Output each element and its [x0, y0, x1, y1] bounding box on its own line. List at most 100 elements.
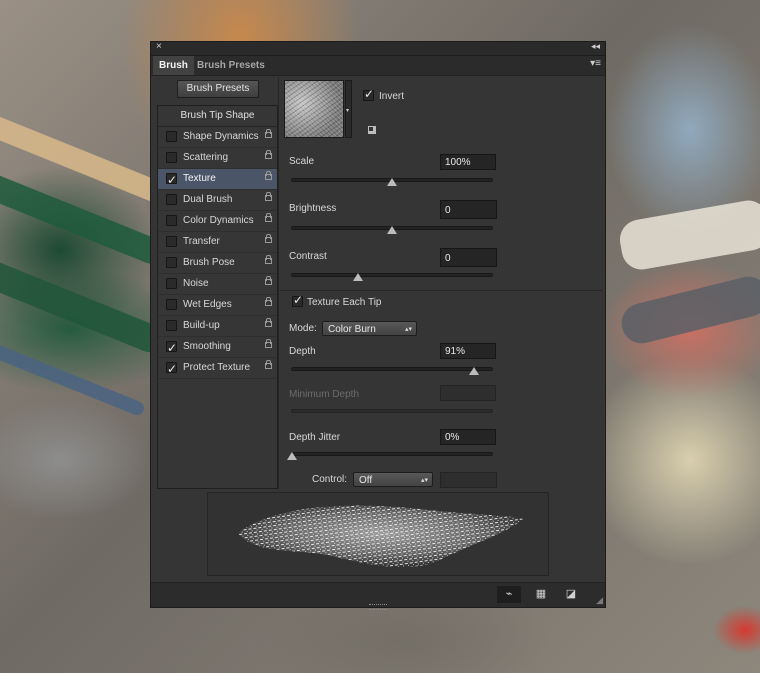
- stroke-preview-graphic: [238, 505, 523, 568]
- lock-icon[interactable]: [265, 255, 272, 264]
- sidebar-item-transfer[interactable]: Transfer: [158, 232, 277, 253]
- lock-icon[interactable]: [265, 234, 272, 243]
- scale-input[interactable]: 100%: [440, 154, 496, 170]
- contrast-slider[interactable]: [291, 273, 493, 281]
- texture-each-tip-checkbox[interactable]: ✓: [292, 293, 304, 307]
- sidebar-item-texture[interactable]: ✓ Texture: [158, 169, 277, 190]
- new-brush-icon[interactable]: ◪: [559, 586, 583, 603]
- sidebar-item-label: Wet Edges: [183, 299, 232, 310]
- sidebar-item-brush-pose[interactable]: Brush Pose: [158, 253, 277, 274]
- sidebar-item-smoothing[interactable]: ✓ Smoothing: [158, 337, 277, 358]
- color-dynamics-checkbox[interactable]: [166, 215, 177, 226]
- lock-icon[interactable]: [265, 171, 272, 180]
- panel-bottom-bar: ⌁ ▦ ◪ ◢: [151, 582, 605, 610]
- lock-icon[interactable]: [265, 150, 272, 159]
- sidebar-item-label: Noise: [183, 278, 209, 289]
- brush-settings-sidebar: Brush Presets Brush Tip Shape Shape Dyna…: [157, 77, 278, 489]
- mode-dropdown[interactable]: Color Burn ▴▾: [322, 321, 417, 336]
- invert-label: Invert: [379, 91, 405, 102]
- scale-slider[interactable]: [291, 178, 493, 186]
- lock-icon[interactable]: [265, 297, 272, 306]
- sidebar-item-color-dynamics[interactable]: Color Dynamics: [158, 211, 277, 232]
- control-dropdown[interactable]: Off ▴▾: [353, 472, 433, 487]
- new-preset-from-pattern-icon[interactable]: [368, 126, 376, 134]
- panel-menu-icon[interactable]: ▾≡: [590, 58, 601, 69]
- chevron-down-icon: ▾: [346, 108, 350, 114]
- depth-input[interactable]: 91%: [440, 343, 496, 359]
- slider-knob[interactable]: [387, 226, 397, 234]
- control-label: Control:: [312, 474, 348, 485]
- brush-presets-button[interactable]: Brush Presets: [177, 80, 259, 98]
- sidebar-item-noise[interactable]: Noise: [158, 274, 277, 295]
- slider-knob[interactable]: [353, 273, 363, 281]
- mode-dropdown-value: Color Burn: [328, 324, 376, 335]
- updown-arrows-icon: ▴▾: [420, 477, 428, 484]
- collapse-icon[interactable]: ◂◂: [591, 41, 600, 52]
- brush-pose-checkbox[interactable]: [166, 257, 177, 268]
- sidebar-item-dual-brush[interactable]: Dual Brush: [158, 190, 277, 211]
- lock-icon[interactable]: [265, 318, 272, 327]
- grid-icon[interactable]: ▦: [529, 586, 553, 603]
- depth-slider[interactable]: [291, 367, 493, 375]
- brush-stroke-preview: [207, 492, 549, 576]
- sidebar-item-scattering[interactable]: Scattering: [158, 148, 277, 169]
- depth-jitter-slider[interactable]: [287, 452, 493, 460]
- brightness-input[interactable]: 0: [440, 200, 497, 219]
- depth-jitter-label: Depth Jitter: [289, 432, 341, 443]
- sidebar-item-label: Smoothing: [183, 341, 231, 352]
- brush-panel: × ◂◂ Brush Brush Presets ▾≡ Brush Preset…: [150, 41, 606, 610]
- contrast-label: Contrast: [289, 251, 327, 262]
- slider-knob[interactable]: [287, 452, 297, 460]
- sidebar-item-label: Texture: [183, 173, 216, 184]
- lock-icon[interactable]: [265, 192, 272, 201]
- smoothing-checkbox[interactable]: ✓: [166, 341, 177, 355]
- build-up-checkbox[interactable]: [166, 320, 177, 331]
- texture-settings: ▾ ✓ Invert Scale 100% Brightness 0 Contr…: [280, 77, 602, 488]
- lock-icon[interactable]: [265, 129, 272, 138]
- sidebar-item-label: Build-up: [183, 320, 220, 331]
- transfer-checkbox[interactable]: [166, 236, 177, 247]
- texture-each-tip-label: Texture Each Tip: [307, 297, 382, 308]
- brightness-slider[interactable]: [291, 226, 493, 234]
- mode-label: Mode:: [289, 323, 317, 334]
- brightness-label: Brightness: [289, 203, 337, 214]
- sidebar-item-shape-dynamics[interactable]: Shape Dynamics: [158, 127, 277, 148]
- bg-brush-handle-blue: [0, 336, 147, 418]
- bg-brush-handle-green-2: [0, 251, 168, 357]
- depth-jitter-input[interactable]: 0%: [440, 429, 496, 445]
- resize-grip-icon[interactable]: ◢: [596, 595, 603, 606]
- texture-pattern-swatch[interactable]: [284, 80, 344, 138]
- checkmark-icon: ✓: [293, 293, 304, 307]
- lock-icon[interactable]: [265, 213, 272, 222]
- shape-dynamics-checkbox[interactable]: [166, 131, 177, 142]
- wet-edges-checkbox[interactable]: [166, 299, 177, 310]
- tab-brush[interactable]: Brush: [153, 56, 194, 75]
- tab-brush-presets[interactable]: Brush Presets: [191, 56, 271, 75]
- sidebar-item-protect-texture[interactable]: ✓ Protect Texture: [158, 358, 277, 379]
- updown-arrows-icon: ▴▾: [404, 326, 412, 333]
- noise-checkbox[interactable]: [166, 278, 177, 289]
- panel-tabbar: Brush Brush Presets ▾≡: [151, 56, 605, 76]
- sidebar-item-label: Brush Pose: [183, 257, 235, 268]
- invert-checkbox[interactable]: ✓: [363, 87, 374, 101]
- texture-checkbox[interactable]: ✓: [166, 173, 177, 187]
- sidebar-item-label: Dual Brush: [183, 194, 233, 205]
- sidebar-item-brush-tip-shape[interactable]: Brush Tip Shape: [158, 106, 277, 127]
- minimum-depth-slider: [291, 409, 493, 413]
- contrast-input[interactable]: 0: [440, 248, 497, 267]
- lock-icon[interactable]: [265, 360, 272, 369]
- lock-icon[interactable]: [265, 276, 272, 285]
- dual-brush-checkbox[interactable]: [166, 194, 177, 205]
- close-icon[interactable]: ×: [156, 41, 162, 52]
- pattern-picker-button[interactable]: ▾: [345, 80, 352, 138]
- slider-knob[interactable]: [469, 367, 479, 375]
- lock-icon[interactable]: [265, 339, 272, 348]
- control-extra-field: [440, 472, 497, 488]
- slider-knob[interactable]: [387, 178, 397, 186]
- brush-preview-icon[interactable]: ⌁: [497, 586, 521, 603]
- sidebar-item-build-up[interactable]: Build-up: [158, 316, 277, 337]
- scattering-checkbox[interactable]: [166, 152, 177, 163]
- sidebar-item-wet-edges[interactable]: Wet Edges: [158, 295, 277, 316]
- protect-texture-checkbox[interactable]: ✓: [166, 362, 177, 376]
- panel-resize-handle[interactable]: [369, 604, 387, 610]
